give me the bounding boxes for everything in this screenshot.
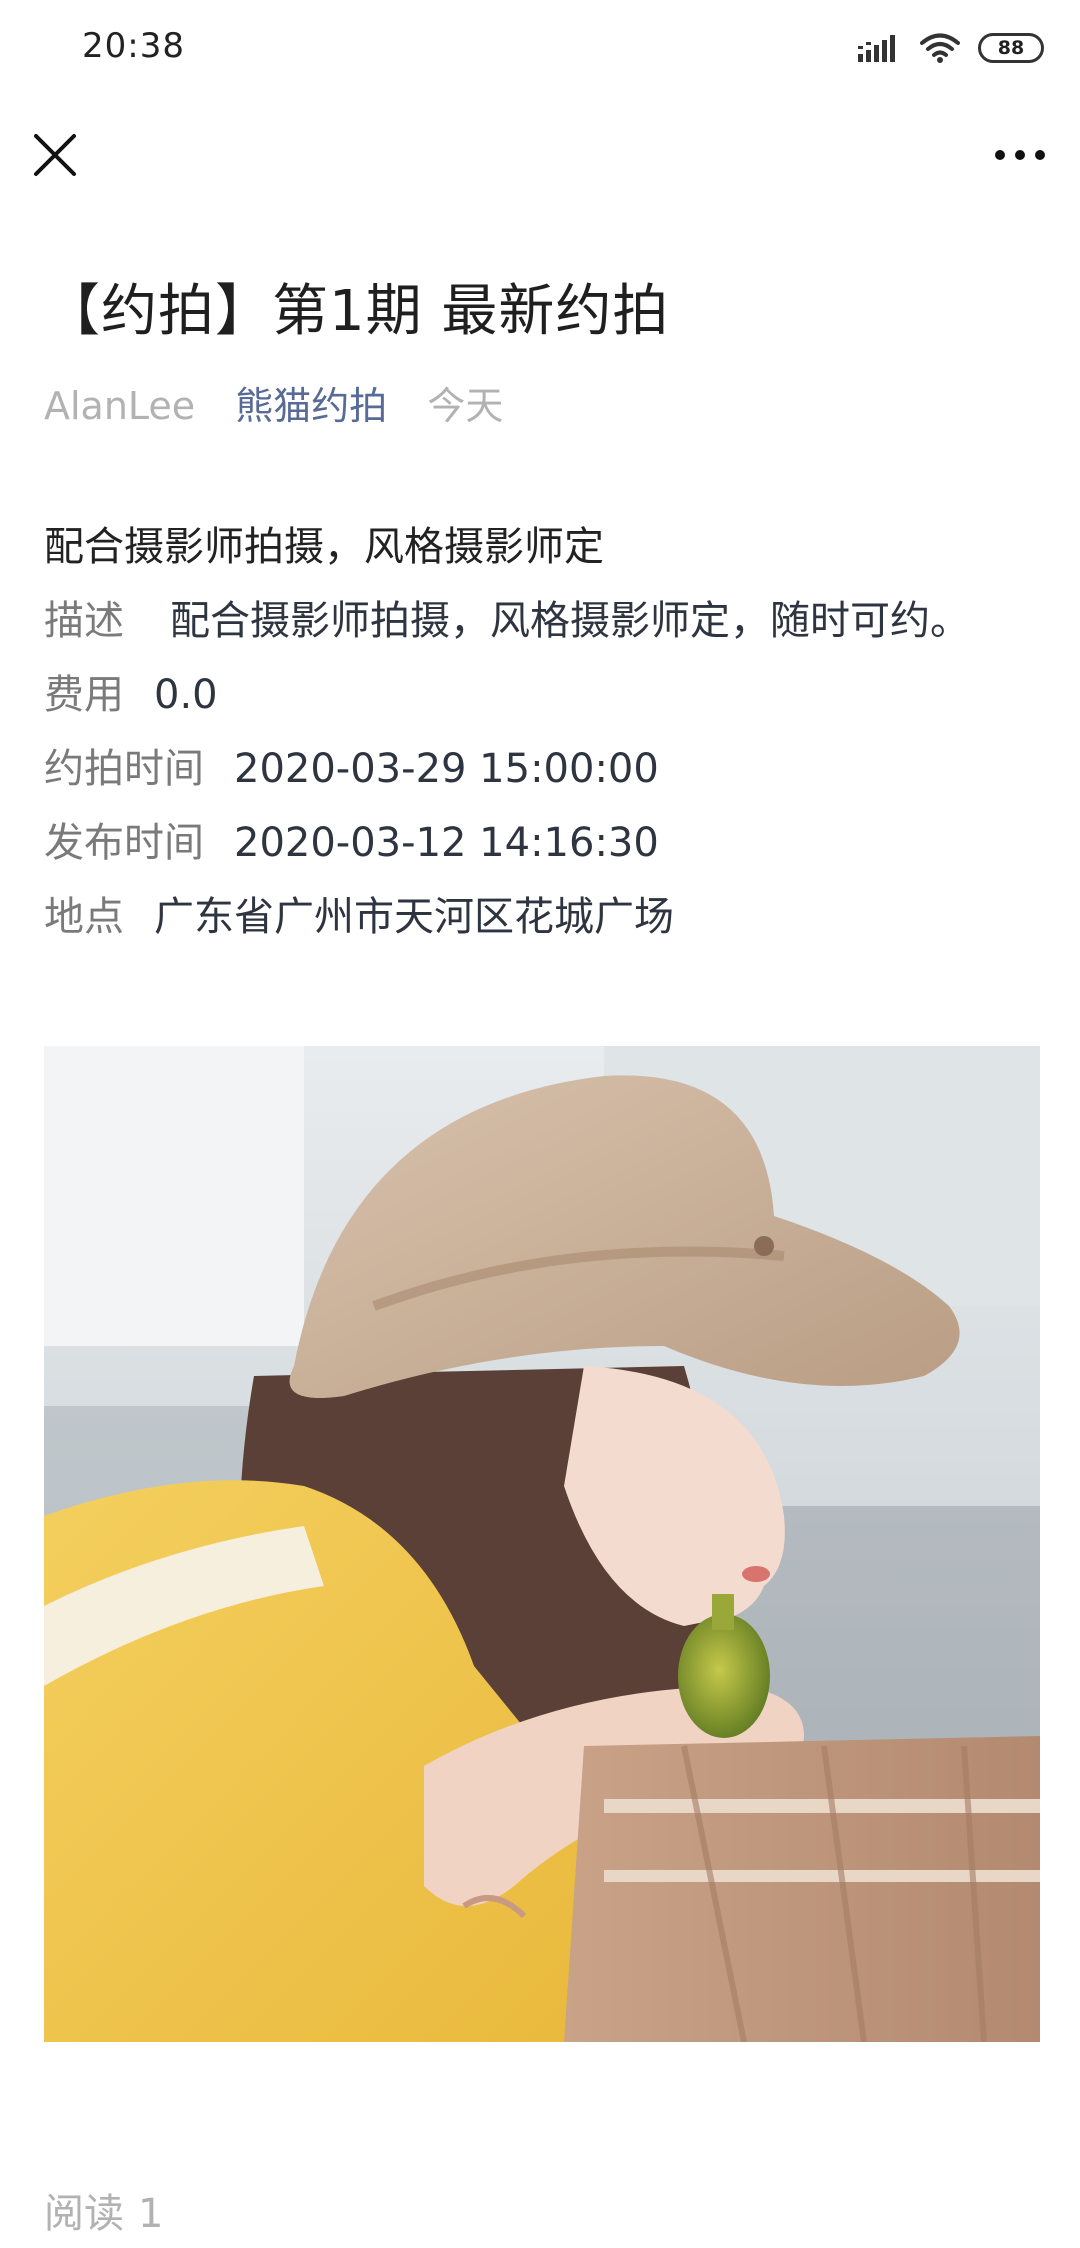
signal-icon bbox=[858, 35, 895, 62]
author-name: AlanLee bbox=[44, 384, 196, 428]
fee-label: 费用 bbox=[44, 672, 124, 718]
article: 【约拍】第1期 最新约拍 AlanLee 熊猫约拍 今天 配合摄影师拍摄，风格摄… bbox=[44, 270, 1040, 954]
status-icons: 88 bbox=[858, 30, 1044, 66]
article-photo[interactable] bbox=[44, 1046, 1040, 2042]
battery-level: 88 bbox=[997, 36, 1025, 59]
nav-bar bbox=[0, 110, 1080, 200]
photo-illustration bbox=[44, 1046, 1040, 2042]
publish-time-value: 2020-03-12 14:16:30 bbox=[234, 820, 659, 866]
field-publish-time: 发布时间 2020-03-12 14:16:30 bbox=[44, 806, 1040, 880]
fee-value: 0.0 bbox=[154, 672, 218, 718]
shoot-time-value: 2020-03-29 15:00:00 bbox=[234, 746, 659, 792]
description-label: 描述 bbox=[44, 598, 124, 644]
close-icon bbox=[34, 134, 76, 176]
shoot-time-label: 约拍时间 bbox=[44, 746, 204, 792]
publish-date: 今天 bbox=[427, 384, 504, 428]
article-meta: AlanLee 熊猫约拍 今天 bbox=[44, 380, 1040, 432]
description-value: 配合摄影师拍摄，风格摄影师定，随时可约。 bbox=[170, 598, 970, 644]
more-icon bbox=[995, 150, 1045, 160]
battery-icon: 88 bbox=[978, 33, 1044, 63]
field-fee: 费用 0.0 bbox=[44, 658, 1040, 732]
article-content: 配合摄影师拍摄，风格摄影师定 描述 配合摄影师拍摄，风格摄影师定，随时可约。 费用… bbox=[44, 510, 1040, 954]
read-count: 阅读 1 bbox=[44, 2188, 163, 2240]
wifi-icon bbox=[920, 33, 960, 63]
location-label: 地点 bbox=[44, 894, 124, 940]
location-value: 广东省广州市天河区花城广场 bbox=[154, 894, 674, 940]
close-button[interactable] bbox=[30, 130, 80, 180]
read-label: 阅读 bbox=[44, 2191, 124, 2237]
field-shoot-time: 约拍时间 2020-03-29 15:00:00 bbox=[44, 732, 1040, 806]
lead-text: 配合摄影师拍摄，风格摄影师定 bbox=[44, 524, 604, 570]
more-button[interactable] bbox=[990, 130, 1050, 180]
read-number: 1 bbox=[138, 2191, 164, 2237]
field-description: 描述 配合摄影师拍摄，风格摄影师定，随时可约。 bbox=[44, 584, 1040, 658]
status-bar: 20:38 88 bbox=[0, 0, 1080, 96]
account-link[interactable]: 熊猫约拍 bbox=[235, 384, 387, 428]
article-title: 【约拍】第1期 最新约拍 bbox=[44, 279, 670, 344]
status-time: 20:38 bbox=[82, 26, 185, 66]
field-location: 地点 广东省广州市天河区花城广场 bbox=[44, 880, 1040, 954]
publish-time-label: 发布时间 bbox=[44, 820, 204, 866]
